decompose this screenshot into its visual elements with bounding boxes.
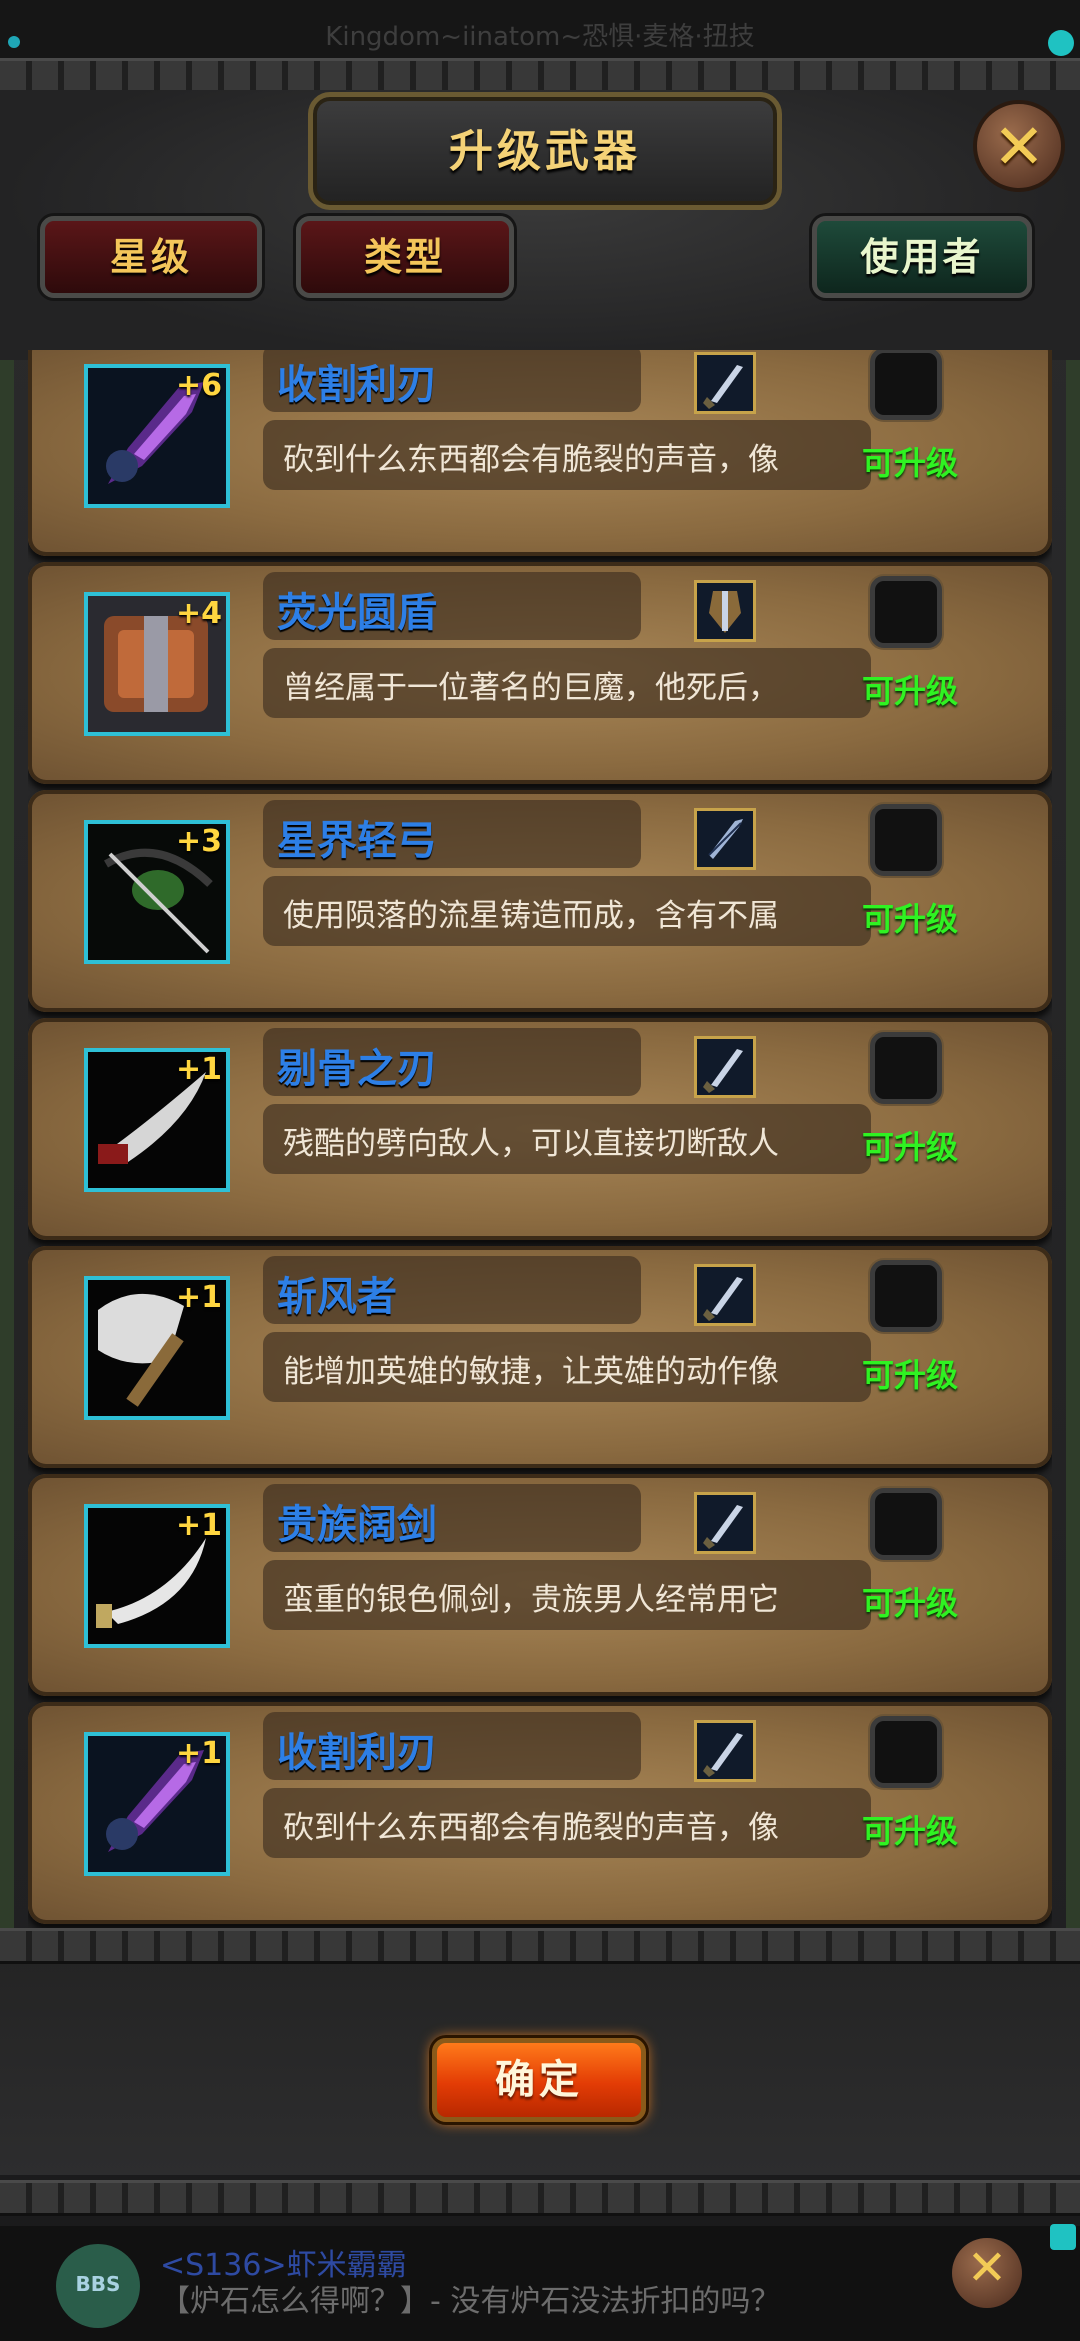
item-desc-bar: 使用陨落的流星铸造而成，含有不属 bbox=[263, 876, 871, 946]
item-name-bar: 星界轻弓 bbox=[263, 800, 641, 868]
list-item[interactable]: +3 星界轻弓 使用陨落的流星铸造而成，含有不属 可升级 bbox=[28, 790, 1052, 1012]
window-title: Kingdom~iinatom~恐惧·麦格·扭技 bbox=[325, 22, 755, 52]
sword-icon bbox=[694, 1036, 756, 1098]
decorative-rail bbox=[0, 1928, 1080, 1964]
upgrade-level: +1 bbox=[175, 1280, 222, 1315]
item-name-bar: 荧光圆盾 bbox=[263, 572, 641, 640]
close-x-icon: ✕ bbox=[993, 110, 1045, 183]
close-button[interactable]: ✕ bbox=[973, 100, 1065, 192]
green-bow-icon: +3 bbox=[84, 820, 230, 964]
upgrade-level: +4 bbox=[175, 596, 222, 631]
sword-icon bbox=[694, 1720, 756, 1782]
sword-icon bbox=[694, 1264, 756, 1326]
sword-icon bbox=[694, 1492, 756, 1554]
item-description: 砍到什么东西都会有脆裂的声音，像 bbox=[283, 1810, 779, 1846]
close-x-icon: ✕ bbox=[966, 2240, 1008, 2296]
decorative-rail bbox=[0, 58, 1080, 94]
title-plate: 升级武器 bbox=[308, 92, 782, 210]
item-desc-bar: 砍到什么东西都会有脆裂的声音，像 bbox=[263, 420, 871, 490]
item-desc-bar: 砍到什么东西都会有脆裂的声音，像 bbox=[263, 1788, 871, 1858]
confirm-button[interactable]: 确定 bbox=[432, 2038, 646, 2122]
list-item[interactable]: +1 剔骨之刃 残酷的劈向敌人，可以直接切断敌人 可升级 bbox=[28, 1018, 1052, 1240]
filter-user-button[interactable]: 使用者 bbox=[812, 216, 1032, 298]
select-checkbox[interactable] bbox=[870, 1716, 942, 1788]
upgrade-level: +3 bbox=[175, 824, 222, 859]
page-title: 升级武器 bbox=[449, 126, 641, 177]
item-desc-bar: 蛮重的银色佩剑，贵族男人经常用它 bbox=[263, 1560, 871, 1630]
weapon-list[interactable]: +6 收割利刃 砍到什么东西都会有脆裂的声音，像 可升级 +4 荧光圆盾 曾经属… bbox=[28, 350, 1052, 1930]
item-desc-bar: 曾经属于一位著名的巨魔，他死后， bbox=[263, 648, 871, 718]
chat-close-button[interactable]: ✕ bbox=[952, 2238, 1022, 2308]
item-description: 蛮重的银色佩剑，贵族男人经常用它 bbox=[283, 1582, 779, 1618]
select-checkbox[interactable] bbox=[870, 1032, 942, 1104]
list-item[interactable]: +6 收割利刃 砍到什么东西都会有脆裂的声音，像 可升级 bbox=[28, 350, 1052, 556]
item-description: 砍到什么东西都会有脆裂的声音，像 bbox=[283, 442, 779, 478]
select-checkbox[interactable] bbox=[870, 1260, 942, 1332]
list-item[interactable]: +1 贵族阔剑 蛮重的银色佩剑，贵族男人经常用它 可升级 bbox=[28, 1474, 1052, 1696]
top-status-strip: Kingdom~iinatom~恐惧·麦格·扭技 bbox=[0, 0, 1080, 60]
upgrade-level: +1 bbox=[175, 1736, 222, 1771]
select-checkbox[interactable] bbox=[870, 576, 942, 648]
list-item[interactable]: +1 斩风者 能增加英雄的敏捷，让英雄的动作像 可升级 bbox=[28, 1246, 1052, 1468]
upgrade-status: 可升级 bbox=[862, 1584, 959, 1622]
filter-type-button[interactable]: 类型 bbox=[296, 216, 514, 298]
item-name: 收割利刃 bbox=[277, 362, 437, 408]
filter-star-label: 星级 bbox=[109, 235, 192, 279]
bbs-badge-icon[interactable]: BBS bbox=[56, 2244, 140, 2328]
upgrade-level: +1 bbox=[175, 1052, 222, 1087]
bow-icon bbox=[694, 808, 756, 870]
item-name: 荧光圆盾 bbox=[277, 590, 437, 636]
floating-button-icon[interactable] bbox=[1048, 30, 1074, 56]
item-name-bar: 斩风者 bbox=[263, 1256, 641, 1324]
play-icon[interactable] bbox=[1050, 2224, 1076, 2250]
purple-crystal-blade-icon: +6 bbox=[84, 364, 230, 508]
upgrade-status: 可升级 bbox=[862, 444, 959, 482]
item-desc-bar: 能增加英雄的敏捷，让英雄的动作像 bbox=[263, 1332, 871, 1402]
select-checkbox[interactable] bbox=[870, 1488, 942, 1560]
confirm-label: 确定 bbox=[495, 2057, 583, 2103]
filter-type-label: 类型 bbox=[363, 235, 446, 279]
list-item[interactable]: +4 荧光圆盾 曾经属于一位著名的巨魔，他死后， 可升级 bbox=[28, 562, 1052, 784]
item-name-bar: 收割利刃 bbox=[263, 1712, 641, 1780]
filter-star-button[interactable]: 星级 bbox=[40, 216, 262, 298]
upgrade-status: 可升级 bbox=[862, 1128, 959, 1166]
shield-icon bbox=[694, 580, 756, 642]
filter-user-label: 使用者 bbox=[860, 235, 984, 279]
item-desc-bar: 残酷的劈向敌人，可以直接切断敌人 bbox=[263, 1104, 871, 1174]
item-description: 曾经属于一位著名的巨魔，他死后， bbox=[283, 670, 779, 706]
list-item[interactable]: +1 收割利刃 砍到什么东西都会有脆裂的声音，像 可升级 bbox=[28, 1702, 1052, 1924]
silver-saber-icon: +1 bbox=[84, 1504, 230, 1648]
upgrade-level: +6 bbox=[175, 368, 222, 403]
select-checkbox[interactable] bbox=[870, 350, 942, 420]
item-name-bar: 收割利刃 bbox=[263, 350, 641, 412]
select-checkbox[interactable] bbox=[870, 804, 942, 876]
item-description: 使用陨落的流星铸造而成，含有不属 bbox=[283, 898, 779, 934]
sword-icon bbox=[694, 352, 756, 414]
item-name: 剔骨之刃 bbox=[277, 1046, 437, 1092]
upgrade-status: 可升级 bbox=[862, 1356, 959, 1394]
upgrade-level: +1 bbox=[175, 1508, 222, 1543]
curved-blade-icon: +1 bbox=[84, 1048, 230, 1192]
item-name: 收割利刃 bbox=[277, 1730, 437, 1776]
item-description: 能增加英雄的敏捷，让英雄的动作像 bbox=[283, 1354, 779, 1390]
item-description: 残酷的劈向敌人，可以直接切断敌人 bbox=[283, 1126, 779, 1162]
item-name-bar: 贵族阔剑 bbox=[263, 1484, 641, 1552]
decorative-rail bbox=[0, 2180, 1080, 2216]
axe-icon: +1 bbox=[84, 1276, 230, 1420]
item-name: 斩风者 bbox=[277, 1274, 397, 1320]
upgrade-status: 可升级 bbox=[862, 1812, 959, 1850]
item-name: 贵族阔剑 bbox=[277, 1502, 437, 1548]
chat-message: 【炉石怎么得啊？】- 没有炉石没法折扣的吗？ bbox=[160, 2284, 781, 2319]
item-name-bar: 剔骨之刃 bbox=[263, 1028, 641, 1096]
bbs-label: BBS bbox=[75, 2272, 121, 2296]
item-name: 星界轻弓 bbox=[277, 818, 437, 864]
upgrade-status: 可升级 bbox=[862, 900, 959, 938]
upgrade-status: 可升级 bbox=[862, 672, 959, 710]
wooden-shield-icon: +4 bbox=[84, 592, 230, 736]
purple-crystal-blade-icon: +1 bbox=[84, 1732, 230, 1876]
